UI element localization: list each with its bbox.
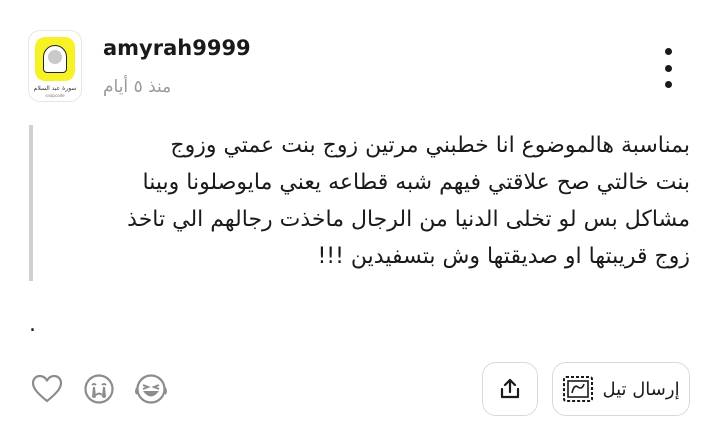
author-username[interactable]: amyrah9999 [103, 36, 251, 60]
post-line: زوج قريبتها او صديقتها وش بتسفيدين !!! [317, 244, 690, 269]
profile-photo [48, 50, 62, 64]
post-line: بنت خالتي صح علاقتي فيهم شبه قطاعه يعني … [142, 170, 690, 195]
laughing-face-icon[interactable] [134, 372, 168, 406]
share-button[interactable] [482, 362, 538, 416]
post-body: بمناسبة هالموضوع انا خطبني مرتين زوج بنت… [50, 127, 690, 275]
menu-dot [664, 81, 672, 88]
avatar-caption: سورة عبد السلام [33, 85, 77, 92]
heart-icon[interactable] [30, 372, 64, 406]
trailing-text: . [29, 312, 36, 337]
more-vertical-icon[interactable] [656, 48, 680, 88]
post-time: منذ ٥ أيام [103, 77, 172, 97]
tip-stamp-icon [563, 376, 594, 402]
post-line: مشاكل بس لو تخلى الدنيا من الرجال ماخذت … [127, 207, 690, 232]
send-tip-label: إرسال تيل [602, 378, 680, 400]
menu-dot [664, 48, 672, 55]
menu-dot [664, 64, 672, 72]
post-line: بمناسبة هالموضوع انا خطبني مرتين زوج بنت… [170, 133, 690, 158]
reaction-bar [30, 372, 168, 406]
crying-face-icon[interactable] [82, 372, 116, 406]
share-icon [500, 378, 520, 399]
send-tip-button[interactable]: إرسال تيل [552, 362, 690, 416]
quote-bar [29, 125, 33, 281]
avatar-subcaption: snapcode [45, 93, 65, 98]
avatar[interactable]: سورة عبد السلام snapcode [28, 30, 82, 102]
